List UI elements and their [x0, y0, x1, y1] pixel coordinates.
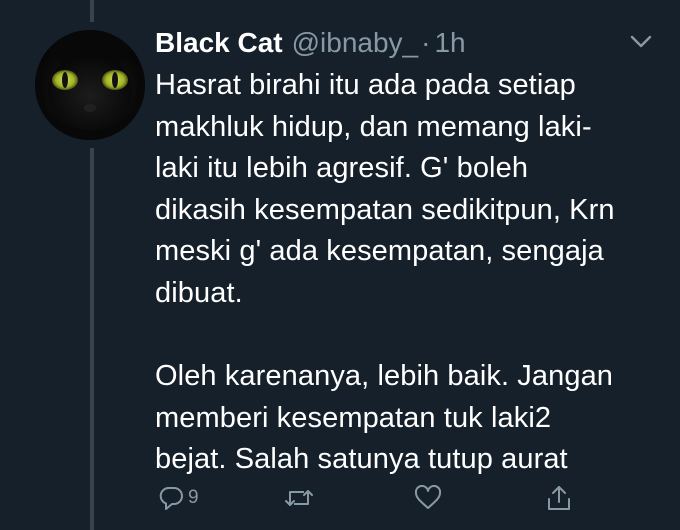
tweet-actions: 9 — [0, 480, 680, 516]
avatar[interactable] — [35, 30, 145, 140]
separator-dot: · — [421, 27, 431, 58]
display-name[interactable]: Black Cat — [155, 25, 283, 61]
reply-icon — [158, 485, 184, 511]
tweet-paragraph: Oleh karenanya, lebih baik. Jangan membe… — [155, 360, 614, 476]
thread-line-below — [90, 148, 94, 530]
tweet-header: Black Cat @ibnaby_ · 1h — [155, 25, 466, 61]
retweet-icon — [284, 485, 314, 511]
black-cat-avatar-image — [35, 30, 145, 140]
heart-icon — [414, 485, 442, 511]
retweet-button[interactable] — [284, 480, 314, 516]
reply-count: 9 — [188, 487, 199, 508]
user-handle[interactable]: @ibnaby_ — [292, 25, 419, 61]
chevron-down-icon[interactable] — [630, 34, 652, 50]
timestamp[interactable]: 1h — [434, 25, 465, 61]
thread-line-above — [90, 0, 94, 22]
share-button[interactable] — [546, 480, 572, 516]
tweet-text: Hasrat birahi itu ada pada setiap makhlu… — [155, 65, 665, 481]
reply-button[interactable]: 9 — [158, 480, 199, 516]
tweet-paragraph: Hasrat birahi itu ada pada setiap makhlu… — [155, 69, 615, 309]
like-button[interactable] — [414, 480, 442, 516]
share-icon — [546, 484, 572, 512]
